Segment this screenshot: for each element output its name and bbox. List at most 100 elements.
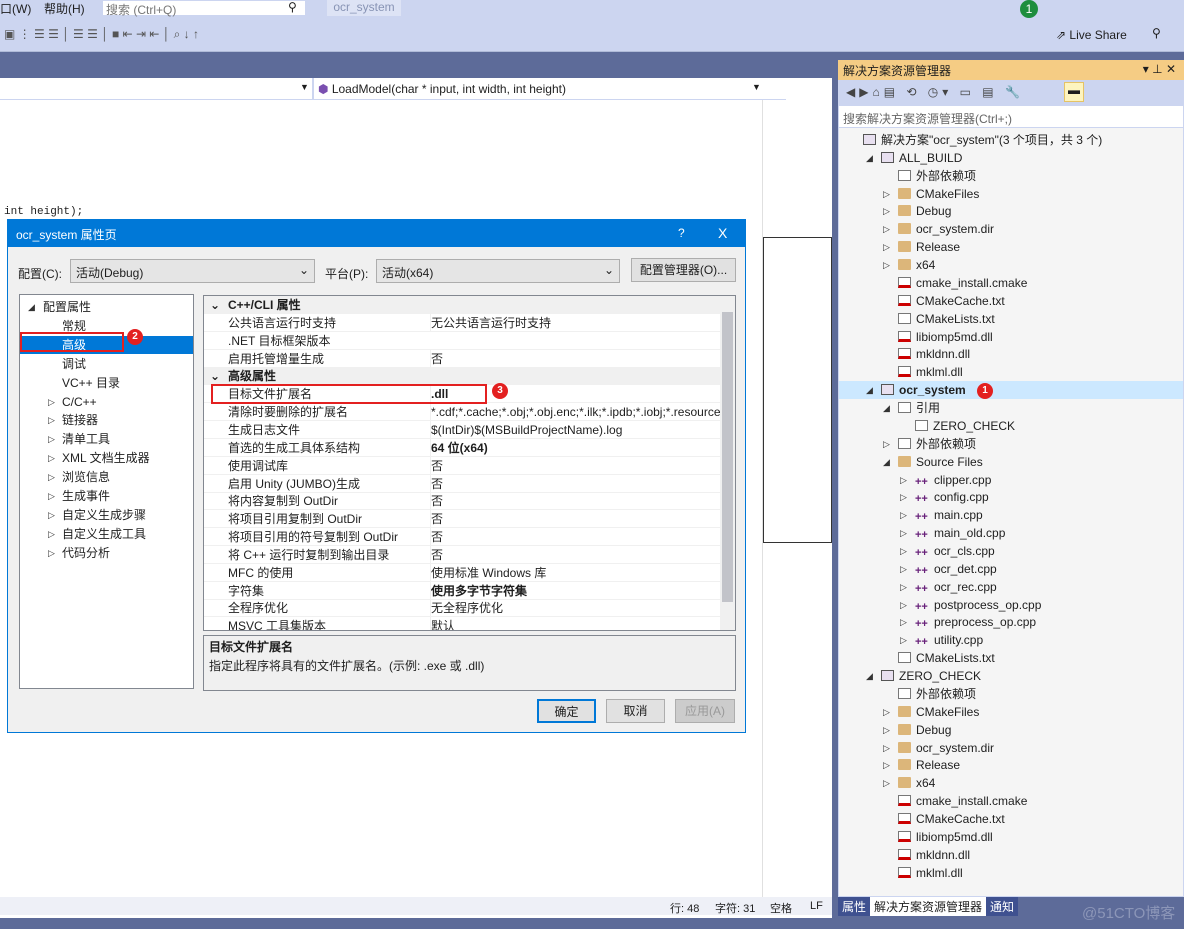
tree-item[interactable]: ▷ ++ main.cpp: [839, 506, 1183, 524]
property-section[interactable]: ⌄ 高级属性: [204, 367, 720, 386]
tab-solution-explorer[interactable]: 解决方案资源管理器: [870, 897, 987, 916]
tree-item[interactable]: ◢ ALL_BUILD: [839, 149, 1183, 167]
live-share-button[interactable]: ⇗ Live Share: [1056, 28, 1127, 42]
category-item[interactable]: ▷ 清单工具: [20, 430, 193, 448]
tree-item[interactable]: ▷ ocr_system.dir: [839, 220, 1183, 238]
property-row[interactable]: 生成日志文件 $(IntDir)$(MSBuildProjectName).log: [204, 420, 720, 439]
scrollbar[interactable]: [720, 296, 735, 630]
tree-item[interactable]: 外部依赖项: [839, 685, 1183, 703]
category-item[interactable]: ▷ 链接器: [20, 411, 193, 429]
tree-item[interactable]: ▷ CMakeFiles: [839, 703, 1183, 721]
tree-item[interactable]: ◢ 引用: [839, 399, 1183, 417]
property-row[interactable]: .NET 目标框架版本: [204, 332, 720, 350]
property-row[interactable]: 将项目引用复制到 OutDir 否: [204, 510, 720, 529]
tree-item[interactable]: mklml.dll: [839, 363, 1183, 381]
property-row[interactable]: 将内容复制到 OutDir 否: [204, 492, 720, 511]
tree-item[interactable]: ▷ Debug: [839, 202, 1183, 220]
expand-arrow-icon[interactable]: ▷: [900, 488, 907, 506]
tab-properties[interactable]: 属性: [838, 897, 871, 916]
expand-arrow-icon[interactable]: ▷: [48, 487, 55, 505]
category-item[interactable]: ◢ 配置属性: [20, 298, 193, 316]
function-dropdown[interactable]: ⬢ LoadModel(char * input, int width, int…: [312, 78, 762, 100]
expand-arrow-icon[interactable]: ▷: [900, 542, 907, 560]
toggle-preview-icon[interactable]: ▬: [1064, 82, 1084, 102]
tree-item[interactable]: mklml.dll: [839, 864, 1183, 882]
expand-arrow-icon[interactable]: ▷: [883, 721, 890, 739]
property-row[interactable]: 启用 Unity (JUMBO)生成 否: [204, 474, 720, 493]
tree-item[interactable]: ▷ ++ ocr_det.cpp: [839, 560, 1183, 578]
property-section[interactable]: ⌄ C++/CLI 属性: [204, 296, 720, 314]
scrollbar-thumb[interactable]: [722, 312, 733, 602]
tree-item[interactable]: ▷ ++ ocr_cls.cpp: [839, 542, 1183, 560]
expand-arrow-icon[interactable]: ◢: [866, 667, 873, 685]
property-row[interactable]: 将项目引用的符号复制到 OutDir 否: [204, 528, 720, 547]
tree-item[interactable]: 解决方案"ocr_system"(3 个项目，共 3 个): [839, 131, 1183, 149]
tree-item[interactable]: ZERO_CHECK: [839, 417, 1183, 435]
status-indent[interactable]: 空格: [770, 900, 792, 916]
tree-item[interactable]: ▷ Debug: [839, 721, 1183, 739]
help-button[interactable]: ?: [678, 226, 685, 240]
tree-item[interactable]: CMakeCache.txt: [839, 810, 1183, 828]
property-row[interactable]: 启用托管增量生成 否: [204, 349, 720, 368]
expand-arrow-icon[interactable]: ▷: [900, 471, 907, 489]
category-item[interactable]: VC++ 目录: [20, 374, 193, 392]
minimap[interactable]: [762, 100, 832, 900]
property-row[interactable]: 全程序优化 无全程序优化: [204, 599, 720, 618]
ok-button[interactable]: 确定: [537, 699, 596, 723]
tree-item[interactable]: ▷ CMakeFiles: [839, 185, 1183, 203]
expand-arrow-icon[interactable]: ▷: [48, 449, 55, 467]
expand-arrow-icon[interactable]: ▷: [883, 774, 890, 792]
tree-item[interactable]: cmake_install.cmake: [839, 274, 1183, 292]
search-input[interactable]: 搜索 (Ctrl+Q): [102, 0, 306, 17]
tree-item[interactable]: cmake_install.cmake: [839, 792, 1183, 810]
tab-notifications[interactable]: 通知: [986, 897, 1019, 916]
property-row[interactable]: 首选的生成工具体系结构 64 位(x64): [204, 438, 720, 457]
property-row[interactable]: 使用调试库 否: [204, 456, 720, 475]
property-row[interactable]: 将 C++ 运行时复制到输出目录 否: [204, 545, 720, 564]
expand-arrow-icon[interactable]: ▷: [883, 756, 890, 774]
expand-arrow-icon[interactable]: ▷: [883, 703, 890, 721]
chevron-down-icon[interactable]: ⌄: [210, 296, 220, 314]
tree-item[interactable]: ▷ Release: [839, 756, 1183, 774]
notification-badge[interactable]: 1: [1020, 0, 1038, 18]
toolbar-icons[interactable]: ◀▶⌂▤ ⟲ ◷▾ ▭ ▤ 🔧: [846, 85, 1024, 99]
chevron-down-icon[interactable]: ⌄: [210, 367, 220, 385]
expand-arrow-icon[interactable]: ▷: [900, 506, 907, 524]
tree-item[interactable]: libiomp5md.dll: [839, 328, 1183, 346]
tree-item[interactable]: ▷ ocr_system.dir: [839, 739, 1183, 757]
tree-item[interactable]: ▷ x64: [839, 256, 1183, 274]
property-row[interactable]: 清除时要删除的扩展名 *.cdf;*.cache;*.obj;*.obj.enc;…: [204, 403, 721, 422]
tree-item[interactable]: ▷ ++ preprocess_op.cpp: [839, 613, 1183, 631]
tree-item[interactable]: CMakeLists.txt: [839, 310, 1183, 328]
menu-help[interactable]: 帮助(H): [44, 0, 85, 17]
expand-arrow-icon[interactable]: ◢: [883, 399, 890, 417]
expand-arrow-icon[interactable]: ▷: [900, 631, 907, 649]
expand-arrow-icon[interactable]: ▷: [48, 411, 55, 429]
category-item[interactable]: ▷ 自定义生成工具: [20, 525, 193, 543]
tree-item[interactable]: ◢ Source Files: [839, 453, 1183, 471]
category-item[interactable]: ▷ C/C++: [20, 393, 193, 411]
expand-arrow-icon[interactable]: ▷: [883, 435, 890, 453]
category-item[interactable]: ▷ 浏览信息: [20, 468, 193, 486]
menu-window[interactable]: 口(W): [0, 0, 31, 17]
expand-arrow-icon[interactable]: ▷: [48, 525, 55, 543]
platform-select[interactable]: 活动(x64) ⌄: [376, 259, 620, 283]
expand-arrow-icon[interactable]: ▷: [883, 256, 890, 274]
tree-item[interactable]: mkldnn.dll: [839, 345, 1183, 363]
category-item[interactable]: ▷ XML 文档生成器: [20, 449, 193, 467]
expand-arrow-icon[interactable]: ▷: [883, 220, 890, 238]
search-icon[interactable]: ⚲: [288, 0, 297, 14]
expand-arrow-icon[interactable]: ▷: [883, 202, 890, 220]
solution-search-input[interactable]: 搜索解决方案资源管理器(Ctrl+;): [839, 106, 1183, 128]
expand-arrow-icon[interactable]: ▷: [900, 578, 907, 596]
expand-arrow-icon[interactable]: ▷: [48, 544, 55, 562]
tree-item[interactable]: ▷ ++ config.cpp: [839, 488, 1183, 506]
category-item[interactable]: ▷ 自定义生成步骤: [20, 506, 193, 524]
cancel-button[interactable]: 取消: [606, 699, 665, 723]
property-row[interactable]: MSVC 工具集版本 默认: [204, 617, 720, 630]
tree-item[interactable]: ▷ Release: [839, 238, 1183, 256]
config-select[interactable]: 活动(Debug) ⌄: [70, 259, 315, 283]
tree-item[interactable]: CMakeCache.txt: [839, 292, 1183, 310]
chevron-down-icon[interactable]: ▼: [752, 82, 761, 92]
expand-arrow-icon[interactable]: ▷: [900, 524, 907, 542]
